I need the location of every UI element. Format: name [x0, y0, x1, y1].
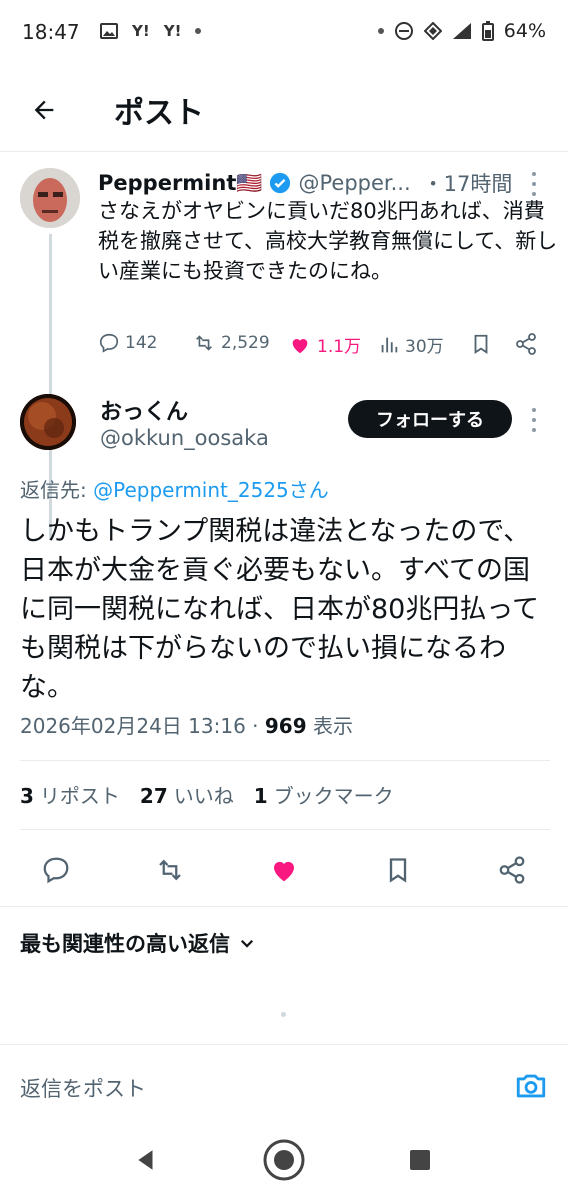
parent-tweet[interactable]: Peppermint🇺🇸 @Pepper... ・17時間 さなえがオヤビンに貢…	[0, 152, 568, 540]
likes-stat-label: いいね	[173, 784, 234, 808]
reply-icon	[99, 333, 119, 353]
avatar-image	[20, 394, 76, 450]
divider	[20, 760, 550, 761]
system-nav-bar	[0, 1118, 568, 1200]
reply-count: 142	[125, 333, 158, 353]
camera-button[interactable]	[514, 1069, 548, 1103]
loading-indicator	[281, 1012, 286, 1017]
reply-sort-dropdown[interactable]: 最も関連性の高い返信	[20, 928, 256, 958]
handle[interactable]: @Pepper...	[299, 171, 411, 195]
nav-back-button[interactable]	[122, 1136, 170, 1184]
timestamp[interactable]: 2026年02月24日 13:16 ·	[20, 714, 265, 738]
reply-to-label: 返信先:	[20, 478, 94, 502]
avatar[interactable]	[20, 394, 76, 450]
bookmarks-stat[interactable]: 1 ブックマーク	[254, 780, 394, 809]
repost-button[interactable]	[152, 852, 188, 888]
reply-icon	[43, 857, 69, 884]
divider	[0, 906, 568, 907]
likes-stat-count: 27	[139, 784, 168, 808]
status-time: 18:47	[22, 20, 80, 44]
notification-icons: Y! Y!	[100, 22, 202, 40]
repost-count: 2,529	[221, 333, 270, 353]
arrow-left-icon	[34, 100, 54, 120]
more-options-icon[interactable]	[524, 172, 544, 196]
views-count: 969	[264, 714, 307, 738]
tweet-actions: 142 2,529 1.1万 30万	[98, 332, 548, 362]
triangle-back-icon	[138, 1150, 153, 1170]
verified-badge-icon	[269, 172, 290, 194]
more-options-icon[interactable]	[524, 408, 544, 432]
status-right: 64%	[377, 20, 546, 42]
main-tweet-author: おっくん @okkun_oosaka フォローする	[0, 390, 568, 468]
chevron-down-icon	[240, 939, 254, 948]
post-time: ・17時間	[422, 172, 513, 196]
share-icon	[499, 856, 525, 884]
tweet-text: しかもトランプ関税は違法となったので、日本が大金を貢ぐ必要もない。すべての国に同…	[20, 516, 540, 703]
reply-to-line: 返信先: @Peppermint_2525さん	[20, 474, 329, 503]
back-button[interactable]	[22, 88, 66, 132]
home-circle-icon	[263, 1139, 305, 1181]
bookmarks-stat-count: 1	[253, 784, 268, 808]
battery-percent: 64%	[503, 20, 546, 42]
like-button[interactable]	[266, 852, 302, 888]
tweet-meta: 2026年02月24日 13:16 · 969 表示	[20, 710, 353, 739]
share-button[interactable]	[514, 332, 538, 356]
yahoo-icon: Y!	[132, 22, 150, 40]
bookmarks-stat-label: ブックマーク	[273, 784, 394, 808]
views-label: 表示	[306, 714, 353, 738]
handle[interactable]: @okkun_oosaka	[100, 426, 269, 450]
share-button[interactable]	[494, 852, 530, 888]
square-recents-icon	[410, 1150, 430, 1170]
display-name[interactable]: Peppermint🇺🇸	[98, 171, 263, 196]
heart-filled-icon	[274, 861, 294, 882]
reposts-stat-count: 3	[20, 784, 34, 808]
repost-icon	[196, 335, 212, 351]
dot-icon	[195, 28, 202, 34]
main-tweet-actions	[0, 848, 568, 892]
reply-sort-label: 最も関連性の高い返信	[20, 932, 230, 956]
tweet-text: さなえがオヤビンに貢いだ80兆円あれば、消費税を撤廃させて、高校大学教育無償にし…	[98, 199, 558, 283]
repost-button[interactable]: 2,529	[192, 332, 270, 354]
display-name[interactable]: おっくん	[100, 394, 188, 426]
share-icon	[516, 333, 536, 355]
dnd-icon	[394, 22, 413, 40]
top-app-bar: ポスト	[0, 64, 568, 152]
bookmark-icon	[389, 858, 407, 883]
signal-icon	[452, 23, 471, 39]
avatar-image	[20, 168, 80, 228]
dot-icon	[377, 28, 384, 34]
yahoo-icon: Y!	[163, 22, 182, 40]
like-count: 1.1万	[317, 337, 362, 357]
views-button[interactable]: 30万	[378, 332, 444, 357]
bookmark-button[interactable]	[470, 332, 492, 356]
heart-filled-icon	[292, 338, 308, 353]
analytics-icon	[381, 337, 398, 352]
engagement-stats: 3 リポスト 27 いいね 1 ブックマーク	[20, 780, 394, 809]
reposts-stat[interactable]: 3 リポスト	[20, 780, 120, 809]
reply-button[interactable]	[38, 852, 74, 888]
avatar[interactable]	[20, 168, 80, 228]
page-title: ポスト	[114, 96, 204, 131]
nav-home-button[interactable]	[260, 1136, 308, 1184]
likes-stat[interactable]: 27 いいね	[140, 780, 234, 809]
reply-to-mention[interactable]: @Peppermint_2525さん	[93, 478, 329, 502]
divider	[20, 829, 550, 830]
nav-recents-button[interactable]	[396, 1136, 444, 1184]
like-button[interactable]: 1.1万	[288, 332, 361, 357]
data-saver-icon	[423, 22, 442, 40]
status-bar: 18:47 Y! Y! 64%	[0, 0, 568, 64]
battery-icon	[481, 21, 494, 41]
reply-button[interactable]: 142	[98, 332, 157, 354]
reposts-stat-label: リポスト	[39, 784, 120, 808]
reply-composer[interactable]: 返信をポスト	[0, 1044, 568, 1118]
follow-button[interactable]: フォローする	[348, 400, 512, 438]
camera-icon	[516, 1074, 546, 1098]
tweet-header: Peppermint🇺🇸 @Pepper... ・17時間	[98, 168, 516, 198]
views-count: 30万	[405, 337, 444, 357]
bookmark-icon	[474, 334, 488, 354]
reply-input[interactable]: 返信をポスト	[20, 1073, 146, 1103]
bookmark-button[interactable]	[380, 852, 416, 888]
image-icon	[100, 23, 118, 39]
repost-icon	[159, 859, 181, 881]
